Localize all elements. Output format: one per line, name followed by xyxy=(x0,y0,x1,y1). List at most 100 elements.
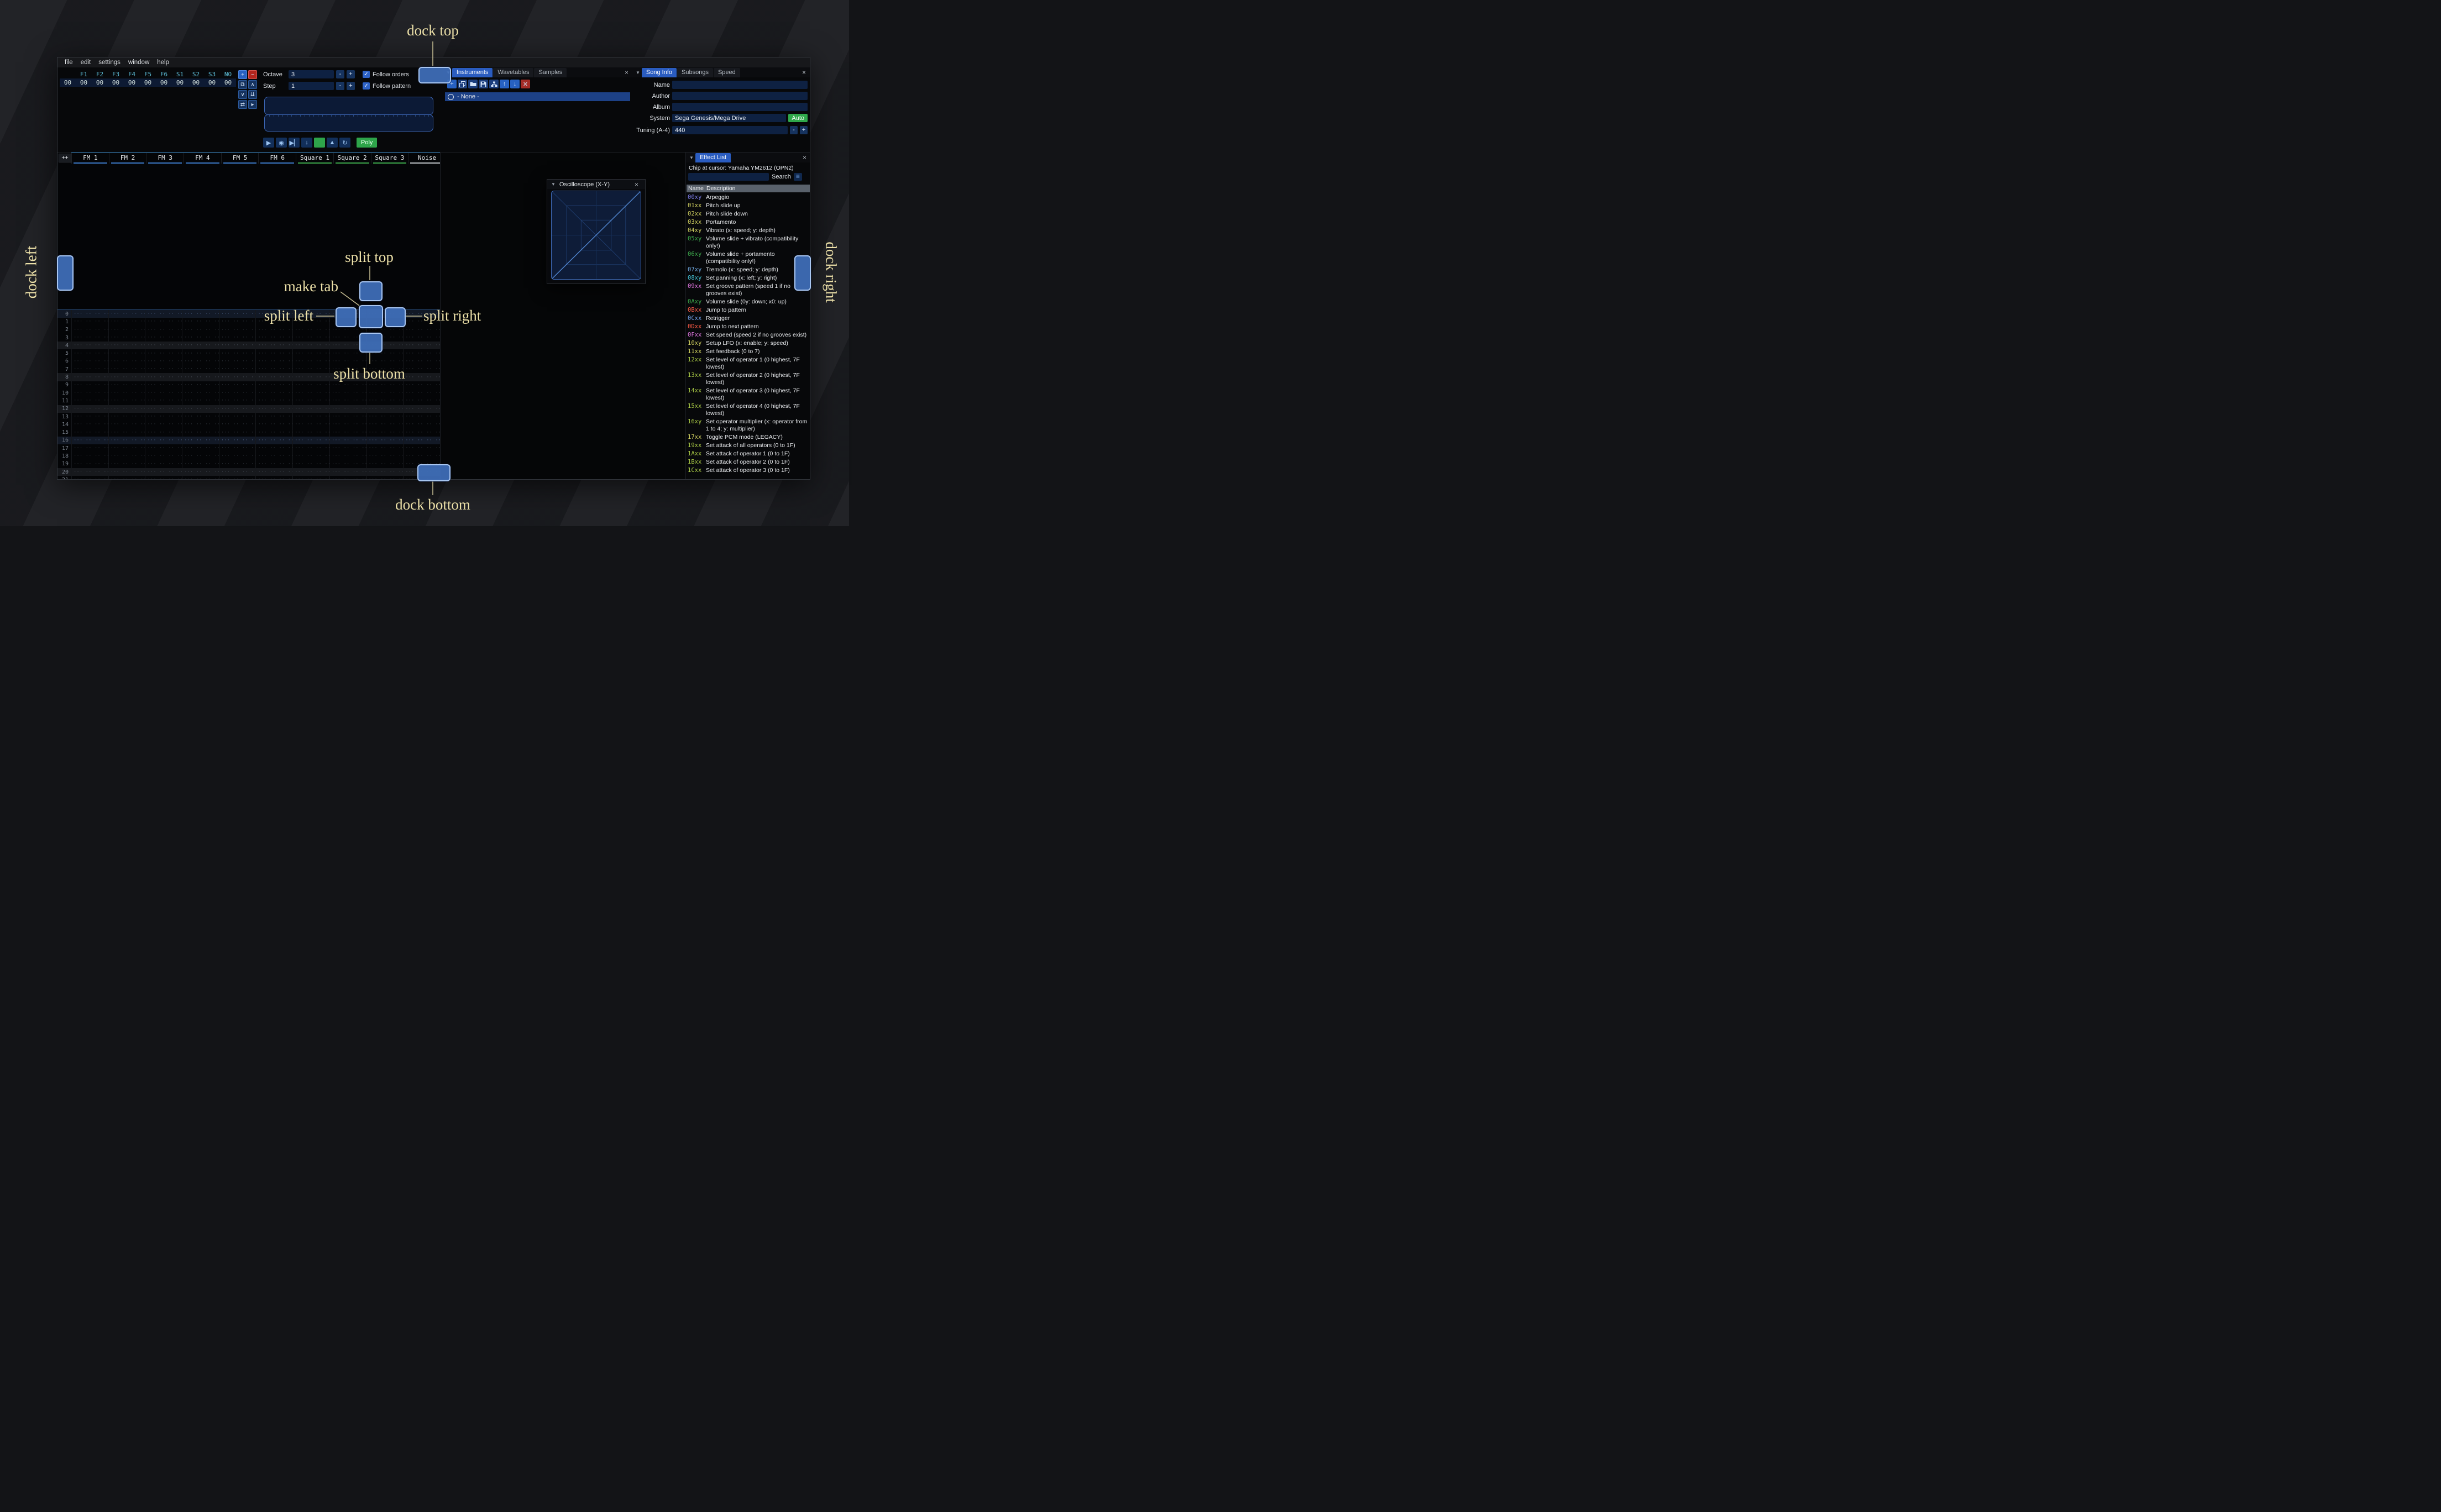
pattern-cell[interactable]: ··· ·· ·· ··· xyxy=(255,381,292,389)
menu-item-help[interactable]: help xyxy=(153,58,173,67)
pattern-cell[interactable]: ··· ·· ·· ··· xyxy=(218,310,255,318)
system-auto-button[interactable]: Auto xyxy=(788,114,808,122)
pattern-cell[interactable]: ··· ·· ·· ··· xyxy=(182,342,219,350)
pattern-cell[interactable]: ··· ·· ·· ··· xyxy=(255,476,292,479)
pattern-cell[interactable]: ··· ·· ·· ··· xyxy=(403,389,440,397)
effect-row[interactable]: 00xy Arpeggio xyxy=(687,193,810,202)
pattern-cell[interactable]: ··· ·· ·· ··· xyxy=(218,412,255,421)
pattern-cell[interactable]: ··· ·· ·· ··· xyxy=(145,405,182,413)
pattern-cell[interactable]: ··· ·· ·· ··· xyxy=(182,428,219,437)
pattern-row[interactable]: 17 ··· ·· ·· · ··· ·· ·· · · ·· ·· ·· · · ·· ··… xyxy=(57,444,440,453)
pattern-cell[interactable]: ··· ·· ·· ··· xyxy=(366,460,403,468)
channel-header[interactable]: FM 3 xyxy=(146,153,184,164)
pattern-cell[interactable]: ··· ·· ·· ··· xyxy=(403,397,440,405)
pattern-cell[interactable]: ··· ·· ·· ··· xyxy=(71,310,108,318)
move-order-up-button[interactable]: ∧ xyxy=(248,80,257,89)
pattern-cell[interactable]: ··· ·· ·· ··· xyxy=(329,444,366,453)
effect-row[interactable]: 10xy Setup LFO (x: enable; y: speed) xyxy=(687,339,810,348)
pattern-cell[interactable]: ··· ·· ·· ··· xyxy=(218,381,255,389)
pattern-cell[interactable]: ··· ·· ·· ··· xyxy=(366,468,403,476)
pattern-cell[interactable]: ··· ·· ·· ··· xyxy=(292,381,329,389)
effect-row[interactable]: 05xy Volume slide + vibrato (compatibilit… xyxy=(687,235,810,250)
dock-top-target[interactable] xyxy=(418,67,451,83)
pattern-cell[interactable]: ··· ·· ·· ··· xyxy=(329,436,366,445)
pattern-cell[interactable]: ··· ·· ·· ··· xyxy=(108,397,145,405)
pattern-cell[interactable]: ··· ·· ·· ··· xyxy=(108,389,145,397)
pattern-cell[interactable]: ··· ·· ·· ··· xyxy=(182,405,219,413)
pattern-row[interactable]: 3 ··· ·· ·· · ··· ·· ·· · · ·· ·· ·· · · ·· ·· ·… xyxy=(57,333,440,342)
pattern-cell[interactable]: ··· ·· ·· ··· xyxy=(366,452,403,460)
pattern-cell[interactable]: ··· ·· ·· ··· xyxy=(366,405,403,413)
effect-row[interactable]: 11xx Set feedback (0 to 7) xyxy=(687,348,810,356)
effect-search-input[interactable] xyxy=(688,173,769,181)
tab-song-info[interactable]: Song Info xyxy=(641,68,677,77)
pattern-cell[interactable]: ··· ·· ·· ··· xyxy=(108,381,145,389)
pattern-cell[interactable]: ··· ·· ·· ··· xyxy=(403,333,440,342)
order-cell[interactable]: 00 xyxy=(172,78,188,87)
pattern-cell[interactable]: ··· ·· ·· ··· xyxy=(182,318,219,326)
duplicate-order-button[interactable]: ⧉ xyxy=(238,80,247,89)
dock-right-target[interactable] xyxy=(794,255,811,291)
tab-effect-list[interactable]: Effect List xyxy=(695,153,731,162)
effect-row[interactable]: 09xx Set groove pattern (speed 1 if no gr… xyxy=(687,282,810,298)
pattern-cell[interactable]: ··· ·· ·· ··· xyxy=(71,476,108,479)
menu-item-window[interactable]: window xyxy=(124,58,153,67)
effect-row[interactable]: 02xx Pitch slide down xyxy=(687,210,810,218)
effect-row[interactable]: 16xy Set operator multiplier (x: operator… xyxy=(687,418,810,433)
pattern-cell[interactable]: ··· ·· ·· ··· xyxy=(71,468,108,476)
pattern-cell[interactable]: ··· ·· ·· ··· xyxy=(403,428,440,437)
effect-row[interactable]: 15xx Set level of operator 4 (0 highest, … xyxy=(687,402,810,418)
pattern-cell[interactable]: ··· ·· ·· ··· xyxy=(403,326,440,334)
pattern-cell[interactable]: ··· ·· ·· ··· xyxy=(218,428,255,437)
pattern-cell[interactable]: ··· ·· ·· ··· xyxy=(182,381,219,389)
pattern-cell[interactable]: ··· ·· ·· ··· xyxy=(403,444,440,453)
tab-wavetables[interactable]: Wavetables xyxy=(493,68,534,77)
close-instruments-button[interactable]: × xyxy=(623,69,630,76)
pattern-cell[interactable]: ··· ·· ·· ··· xyxy=(218,357,255,366)
pattern-cell[interactable]: ··· ·· ·· ··· xyxy=(292,412,329,421)
octave-decrease-button[interactable]: - xyxy=(336,70,344,78)
channel-header[interactable]: FM 1 xyxy=(71,153,109,164)
poly-button[interactable]: Poly xyxy=(357,138,378,148)
pattern-cell[interactable]: ··· ·· ·· ··· xyxy=(108,444,145,453)
pattern-cell[interactable]: ··· ·· ·· ··· xyxy=(145,381,182,389)
split-top-target[interactable] xyxy=(359,281,383,301)
order-cell[interactable]: 00 xyxy=(156,78,172,87)
pattern-row[interactable]: 11 ··· ·· ·· · ··· ·· ·· · · ·· ·· ·· · · ·· ··… xyxy=(57,397,440,405)
pattern-cell[interactable]: ··· ·· ·· ··· xyxy=(108,342,145,350)
effect-row[interactable]: 0Bxx Jump to pattern xyxy=(687,306,810,314)
pattern-cell[interactable]: ··· ·· ·· ··· xyxy=(329,421,366,429)
effect-list-menu-icon[interactable]: ≡ xyxy=(793,173,802,181)
pattern-cell[interactable]: ··· ·· ·· ··· xyxy=(145,460,182,468)
pattern-cell[interactable]: ··· ·· ·· ··· xyxy=(71,357,108,366)
pattern-cell[interactable]: ··· ·· ·· ··· xyxy=(108,310,145,318)
effect-row[interactable]: 14xx Set level of operator 3 (0 highest, … xyxy=(687,387,810,402)
pattern-cell[interactable]: ··· ·· ·· ··· xyxy=(292,349,329,358)
pattern-cell[interactable]: ··· ·· ·· ··· xyxy=(71,412,108,421)
remove-order-button[interactable]: − xyxy=(248,70,257,79)
effect-row[interactable]: 0Fxx Set speed (speed 2 if no grooves exi… xyxy=(687,331,810,339)
channel-header[interactable]: FM 2 xyxy=(108,153,146,164)
effect-row[interactable]: 0Cxx Retrigger xyxy=(687,314,810,323)
pattern-cell[interactable]: ··· ·· ·· ··· xyxy=(329,428,366,437)
pattern-cell[interactable]: ··· ·· ·· ··· xyxy=(145,436,182,445)
pattern-cell[interactable]: ··· ·· ·· ··· xyxy=(218,476,255,479)
pattern-cell[interactable]: ··· ·· ·· ··· xyxy=(255,357,292,366)
pattern-row[interactable]: 10 ··· ·· ·· · ··· ·· ·· · · ·· ·· ·· · · ·· ··… xyxy=(57,389,440,397)
pattern-cell[interactable]: ··· ·· ·· ··· xyxy=(329,405,366,413)
split-bottom-target[interactable] xyxy=(359,333,383,353)
instrument-list-item-none[interactable]: - None - xyxy=(445,92,630,101)
order-cell[interactable]: 00 xyxy=(204,78,220,87)
pattern-cell[interactable]: ··· ·· ·· ··· xyxy=(403,452,440,460)
pattern-cell[interactable]: ··· ·· ·· ··· xyxy=(71,405,108,413)
octave-increase-button[interactable]: + xyxy=(347,70,355,78)
pattern-cell[interactable]: ··· ·· ·· ··· xyxy=(292,333,329,342)
pattern-cell[interactable]: ··· ·· ·· ··· xyxy=(218,436,255,445)
pattern-cell[interactable]: ··· ·· ·· ··· xyxy=(108,373,145,381)
pattern-cell[interactable]: ··· ·· ·· ··· xyxy=(71,342,108,350)
pattern-cell[interactable]: ··· ·· ·· ··· xyxy=(255,333,292,342)
order-cell[interactable]: 00 xyxy=(124,78,140,87)
pattern-cell[interactable]: ··· ·· ·· ··· xyxy=(145,373,182,381)
effect-row[interactable]: 1Cxx Set attack of operator 3 (0 to 1F) xyxy=(687,466,810,475)
dock-bottom-target[interactable] xyxy=(417,464,451,481)
